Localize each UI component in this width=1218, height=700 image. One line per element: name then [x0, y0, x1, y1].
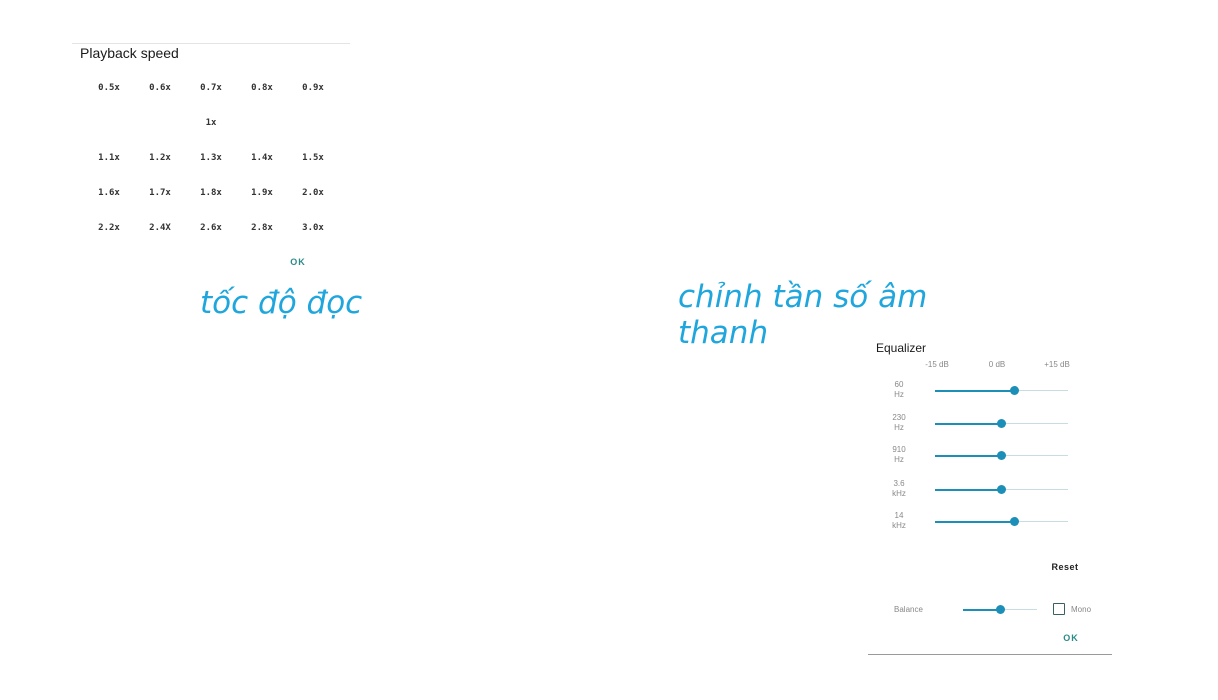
playback-speed-title: Playback speed [80, 45, 179, 61]
speed-option[interactable]: 1.7x [138, 184, 182, 202]
speed-row: 1x [72, 114, 352, 132]
band-frequency-label: 230 Hz [892, 413, 906, 432]
mono-label: Mono [1071, 605, 1092, 614]
speed-option[interactable]: 0.8x [240, 79, 284, 97]
band-frequency-label: 14 kHz [892, 511, 906, 530]
eq-band: 230 Hz [868, 413, 1114, 443]
speed-option[interactable]: 0.7x [189, 79, 233, 97]
speed-option[interactable]: 1x [189, 114, 233, 132]
slider-thumb[interactable] [1010, 517, 1020, 526]
speed-option[interactable]: 1.8x [189, 184, 233, 202]
speed-option[interactable]: 2.2x [87, 219, 131, 237]
band-slider[interactable] [935, 451, 1068, 460]
band-frequency-label: 3.6 kHz [892, 479, 906, 498]
reset-button[interactable]: Reset [1040, 559, 1090, 575]
speed-row: 2.2x 2.4X 2.6x 2.8x 3.0x [72, 219, 352, 237]
speed-option[interactable]: 2.0x [291, 184, 335, 202]
speed-option[interactable]: 0.6x [138, 79, 182, 97]
band-frequency-label: 60 Hz [894, 380, 904, 399]
speed-option[interactable]: 1.2x [138, 149, 182, 167]
slider-thumb[interactable] [997, 485, 1006, 494]
speed-row: 1.6x 1.7x 1.8x 1.9x 2.0x [72, 184, 352, 202]
speed-option[interactable]: 2.4X [138, 219, 182, 237]
equalizer-dialog: Equalizer -15 dB 0 dB +15 dB 60 Hz 230 H… [868, 336, 1114, 658]
mono-checkbox[interactable] [1053, 603, 1065, 615]
balance-slider[interactable] [963, 605, 1037, 614]
speed-option[interactable]: 1.4x [240, 149, 284, 167]
band-slider[interactable] [935, 386, 1068, 395]
ok-button[interactable]: OK [280, 254, 316, 270]
speed-option[interactable]: 1.1x [87, 149, 131, 167]
divider [72, 43, 350, 44]
slider-thumb[interactable] [997, 451, 1006, 460]
speed-row: 0.5x 0.6x 0.7x 0.8x 0.9x [72, 79, 352, 97]
speed-option[interactable]: 2.8x [240, 219, 284, 237]
slider-thumb[interactable] [997, 419, 1006, 428]
slider-fill [935, 520, 1015, 523]
speed-option[interactable]: 0.5x [87, 79, 131, 97]
speed-option[interactable]: 1.5x [291, 149, 335, 167]
slider-thumb[interactable] [1010, 386, 1020, 395]
speed-option[interactable]: 2.6x [189, 219, 233, 237]
speed-option[interactable]: 1.9x [240, 184, 284, 202]
eq-band: 60 Hz [868, 380, 1114, 410]
playback-speed-dialog: Playback speed 0.5x 0.6x 0.7x 0.8x 0.9x … [72, 36, 352, 276]
speed-option[interactable]: 0.9x [291, 79, 335, 97]
band-slider[interactable] [935, 485, 1068, 494]
band-frequency-label: 910 Hz [892, 445, 906, 464]
eq-band: 910 Hz [868, 445, 1114, 475]
ok-button[interactable]: OK [1056, 630, 1086, 646]
slider-fill [935, 389, 1015, 392]
eq-band: 14 kHz [868, 511, 1114, 541]
db-label-zero: 0 dB [988, 360, 1006, 369]
divider [868, 654, 1112, 655]
speed-option[interactable]: 1.3x [189, 149, 233, 167]
slider-thumb[interactable] [995, 605, 1005, 614]
slider-fill [963, 608, 1000, 611]
band-slider[interactable] [935, 419, 1068, 428]
speed-caption: tốc độ đọc [200, 285, 363, 321]
slider-fill [935, 454, 1002, 457]
slider-fill [935, 422, 1002, 425]
db-label-min: -15 dB [925, 360, 949, 369]
balance-label: Balance [894, 605, 923, 614]
eq-band: 3.6 kHz [868, 479, 1114, 509]
speed-row: 1.1x 1.2x 1.3x 1.4x 1.5x [72, 149, 352, 167]
db-label-max: +15 dB [1044, 360, 1070, 369]
equalizer-title: Equalizer [876, 341, 927, 355]
slider-fill [935, 488, 1002, 491]
speed-option[interactable]: 3.0x [291, 219, 335, 237]
speed-option[interactable]: 1.6x [87, 184, 131, 202]
band-slider[interactable] [935, 517, 1068, 526]
